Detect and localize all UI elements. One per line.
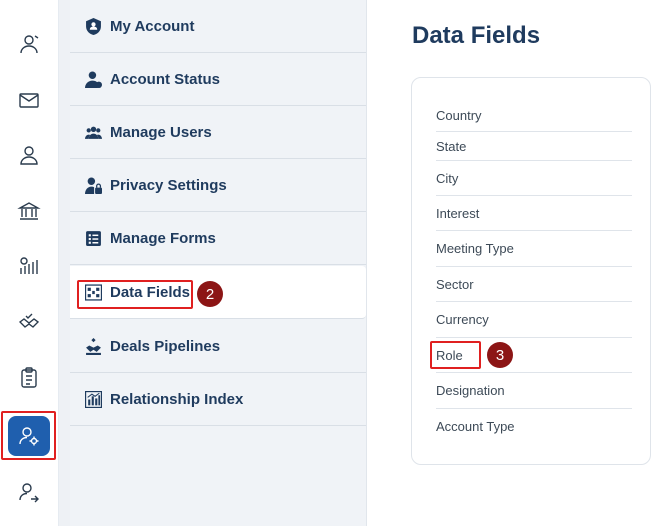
menu-item-my-account[interactable]: My Account [70, 0, 366, 53]
field-row-designation[interactable]: Designation [436, 373, 632, 409]
field-row-country[interactable]: Country [436, 100, 632, 132]
menu-item-manage-forms[interactable]: Manage Forms [70, 212, 366, 265]
menu-item-label: Privacy Settings [110, 176, 227, 194]
user-lock-icon [84, 176, 102, 194]
mail-icon[interactable] [8, 80, 50, 120]
handshake-icon[interactable] [8, 302, 50, 342]
user-status-icon [84, 70, 102, 88]
user-icon[interactable] [8, 135, 50, 175]
clipboard-icon[interactable] [8, 358, 50, 398]
role-highlight-box [430, 341, 481, 369]
menu-item-account-status[interactable]: Account Status [70, 53, 366, 106]
annotation-badge-2: 2 [197, 281, 223, 307]
menu-item-label: Manage Forms [110, 229, 216, 247]
field-row-sector[interactable]: Sector [436, 267, 632, 302]
menu-item-label: Relationship Index [110, 390, 244, 408]
menu-item-deals-pipelines[interactable]: Deals Pipelines [70, 320, 366, 373]
user-share-icon[interactable] [8, 472, 50, 512]
chart-index-icon [84, 390, 102, 408]
settings-menu: My Account Account Status Manage Users P… [70, 0, 367, 526]
rail-highlight-box [1, 411, 56, 460]
analytics-icon[interactable] [8, 246, 50, 286]
menu-highlight-box [77, 280, 193, 309]
shield-user-icon [84, 17, 102, 35]
menu-item-privacy-settings[interactable]: Privacy Settings [70, 159, 366, 212]
pipeline-icon [84, 337, 102, 355]
field-row-account-type[interactable]: Account Type [436, 409, 632, 444]
page-title: Data Fields [412, 22, 541, 49]
data-fields-card: Country State City Interest Meeting Type… [411, 77, 651, 465]
menu-item-manage-users[interactable]: Manage Users [70, 106, 366, 159]
form-icon [84, 229, 102, 247]
bank-icon[interactable] [8, 191, 50, 231]
menu-item-label: Account Status [110, 70, 221, 88]
users-icon [84, 123, 102, 141]
field-row-city[interactable]: City [436, 161, 632, 196]
menu-item-label: My Account [110, 17, 195, 35]
field-row-meeting-type[interactable]: Meeting Type [436, 231, 632, 267]
field-row-state[interactable]: State [436, 132, 632, 161]
separator-strip [59, 0, 70, 526]
field-row-interest[interactable]: Interest [436, 196, 632, 231]
user-network-icon[interactable] [8, 24, 50, 64]
menu-item-label: Manage Users [110, 123, 212, 141]
field-row-currency[interactable]: Currency [436, 302, 632, 338]
menu-item-label: Deals Pipelines [110, 337, 221, 355]
annotation-badge-3: 3 [487, 342, 513, 368]
menu-item-relationship-index[interactable]: Relationship Index [70, 373, 366, 426]
